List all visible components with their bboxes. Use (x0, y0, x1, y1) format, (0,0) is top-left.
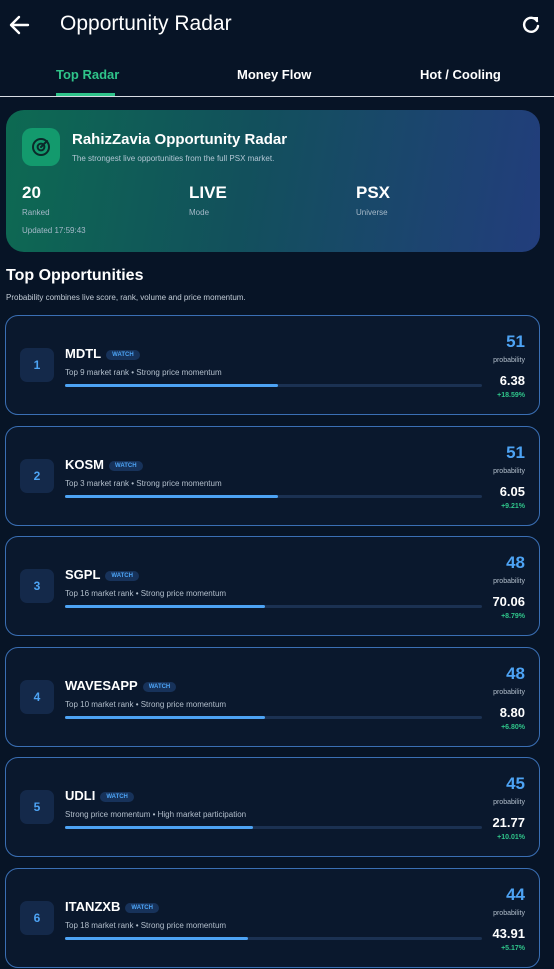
price-value: 43.91 (492, 925, 525, 941)
probability-value: 51 (506, 332, 525, 351)
probability-bar (65, 494, 482, 498)
price-value: 8.80 (499, 704, 525, 720)
opportunity-card[interactable]: 5 UDLI WATCH Strong price momentum • High… (5, 757, 540, 858)
arrow-left-icon[interactable] (8, 12, 30, 38)
probability-label: probability (493, 357, 525, 364)
rank-badge: 6 (20, 900, 54, 935)
probability-label: probability (493, 688, 525, 696)
price-value: 6.38 (499, 373, 525, 388)
price-change: +9.21% (501, 502, 525, 510)
reason-text: Top 3 market rank • Strong price momentu… (65, 478, 222, 488)
probability-bar-fill (65, 715, 266, 719)
section-subtitle: Probability combines live score, rank, v… (6, 293, 246, 302)
opportunity-list: 1 MDTL WATCH Top 9 market rank • Strong p… (5, 315, 540, 969)
section-title: Top Opportunities (6, 267, 144, 284)
rank-badge: 3 (20, 569, 54, 604)
ticker-row: SGPL WATCH (65, 567, 139, 582)
opportunity-card[interactable]: 1 MDTL WATCH Top 9 market rank • Strong p… (5, 315, 540, 415)
probability-bar (65, 384, 482, 387)
tab-hot-cooling[interactable]: Hot / Cooling (420, 67, 501, 82)
ticker-symbol: MDTL (65, 346, 102, 361)
radar-icon (22, 128, 60, 166)
probability-value: 48 (506, 663, 525, 683)
price-change: +8.79% (501, 613, 525, 621)
probability-label: probability (493, 799, 525, 807)
watch-badge: WATCH (109, 460, 143, 471)
opportunity-card[interactable]: 4 WAVESAPP WATCH Top 10 market rank • Str… (5, 646, 540, 747)
ticker-row: WAVESAPP WATCH (65, 677, 177, 693)
active-tab-indicator (56, 93, 115, 96)
ticker-symbol: WAVESAPP (65, 677, 138, 693)
watch-badge: WATCH (142, 681, 177, 692)
probability-bar-fill (65, 826, 253, 830)
ticker-symbol: ITANZXB (65, 898, 121, 914)
stat-value: LIVE (189, 183, 227, 202)
reason-text: Top 9 market rank • Strong price momentu… (65, 368, 222, 377)
probability-bar-fill (65, 605, 266, 609)
probability-value: 44 (506, 884, 525, 904)
stat-label: Ranked (22, 208, 50, 217)
watch-badge: WATCH (106, 350, 140, 360)
watch-badge: WATCH (125, 902, 159, 913)
price-change: +10.01% (497, 834, 525, 842)
updated-timestamp: Updated 17:59:43 (22, 226, 86, 235)
ticker-row: KOSM WATCH (65, 457, 143, 472)
tab-bar: Top Radar Money Flow Hot / Cooling (0, 55, 554, 97)
probability-bar (65, 936, 482, 940)
opportunity-card[interactable]: 2 KOSM WATCH Top 3 market rank • Strong p… (5, 425, 540, 526)
ticker-symbol: KOSM (65, 456, 104, 472)
probability-bar-fill (65, 936, 249, 940)
probability-bar (65, 715, 482, 719)
reason-text: Top 16 market rank • Strong price moment… (65, 589, 227, 599)
page-title: Opportunity Radar (60, 12, 232, 35)
watch-badge: WATCH (105, 571, 139, 582)
reason-text: Top 10 market rank • Strong price moment… (65, 699, 227, 709)
probability-bar (65, 605, 482, 609)
price-value: 70.06 (492, 594, 525, 610)
price-change: +5.17% (501, 944, 525, 952)
ticker-row: UDLI WATCH (65, 788, 134, 803)
rank-badge: 1 (20, 348, 54, 382)
hero-title: RahizZavia Opportunity Radar (72, 131, 288, 148)
opportunity-card[interactable]: 6 ITANZXB WATCH Top 18 market rank • Stro… (5, 867, 540, 968)
app-bar: Opportunity Radar (0, 0, 554, 50)
tab-money-flow[interactable]: Money Flow (237, 67, 311, 82)
ticker-row: MDTL WATCH (65, 346, 140, 361)
probability-label: probability (493, 909, 525, 917)
rank-badge: 4 (20, 679, 54, 714)
stat-value: 20 (22, 183, 41, 202)
opportunity-card[interactable]: 3 SGPL WATCH Top 16 market rank • Strong … (5, 536, 540, 637)
ticker-symbol: SGPL (65, 567, 101, 583)
rank-badge: 5 (20, 790, 54, 825)
refresh-icon[interactable] (522, 15, 540, 35)
radar-summary-card: RahizZavia Opportunity Radar The stronge… (6, 110, 540, 252)
stat-mode: LIVE Mode (189, 183, 227, 217)
price-value: 6.05 (499, 483, 525, 499)
reason-text: Top 18 market rank • Strong price moment… (65, 920, 227, 930)
probability-value: 48 (506, 553, 525, 573)
hero-subtitle: The strongest live opportunities from th… (72, 154, 275, 163)
probability-label: probability (493, 578, 525, 586)
price-change: +18.59% (497, 392, 525, 399)
probability-bar-fill (65, 384, 278, 387)
watch-badge: WATCH (100, 792, 134, 803)
probability-value: 45 (506, 774, 525, 794)
stat-universe: PSX Universe (356, 183, 390, 217)
probability-bar (65, 826, 482, 830)
stat-label: Mode (189, 208, 210, 217)
probability-bar-fill (65, 494, 278, 498)
rank-badge: 2 (20, 458, 54, 493)
stat-value: PSX (356, 183, 391, 202)
tab-top-radar[interactable]: Top Radar (56, 67, 119, 82)
probability-label: probability (493, 467, 525, 475)
price-change: +6.80% (501, 723, 525, 731)
reason-text: Strong price momentum • High market part… (65, 810, 247, 820)
probability-value: 51 (506, 442, 525, 462)
ticker-row: ITANZXB WATCH (65, 899, 159, 914)
stat-ranked: 20 Ranked (22, 183, 50, 217)
ticker-symbol: UDLI (65, 788, 96, 804)
stat-label: Universe (356, 208, 388, 217)
price-value: 21.77 (492, 815, 525, 831)
